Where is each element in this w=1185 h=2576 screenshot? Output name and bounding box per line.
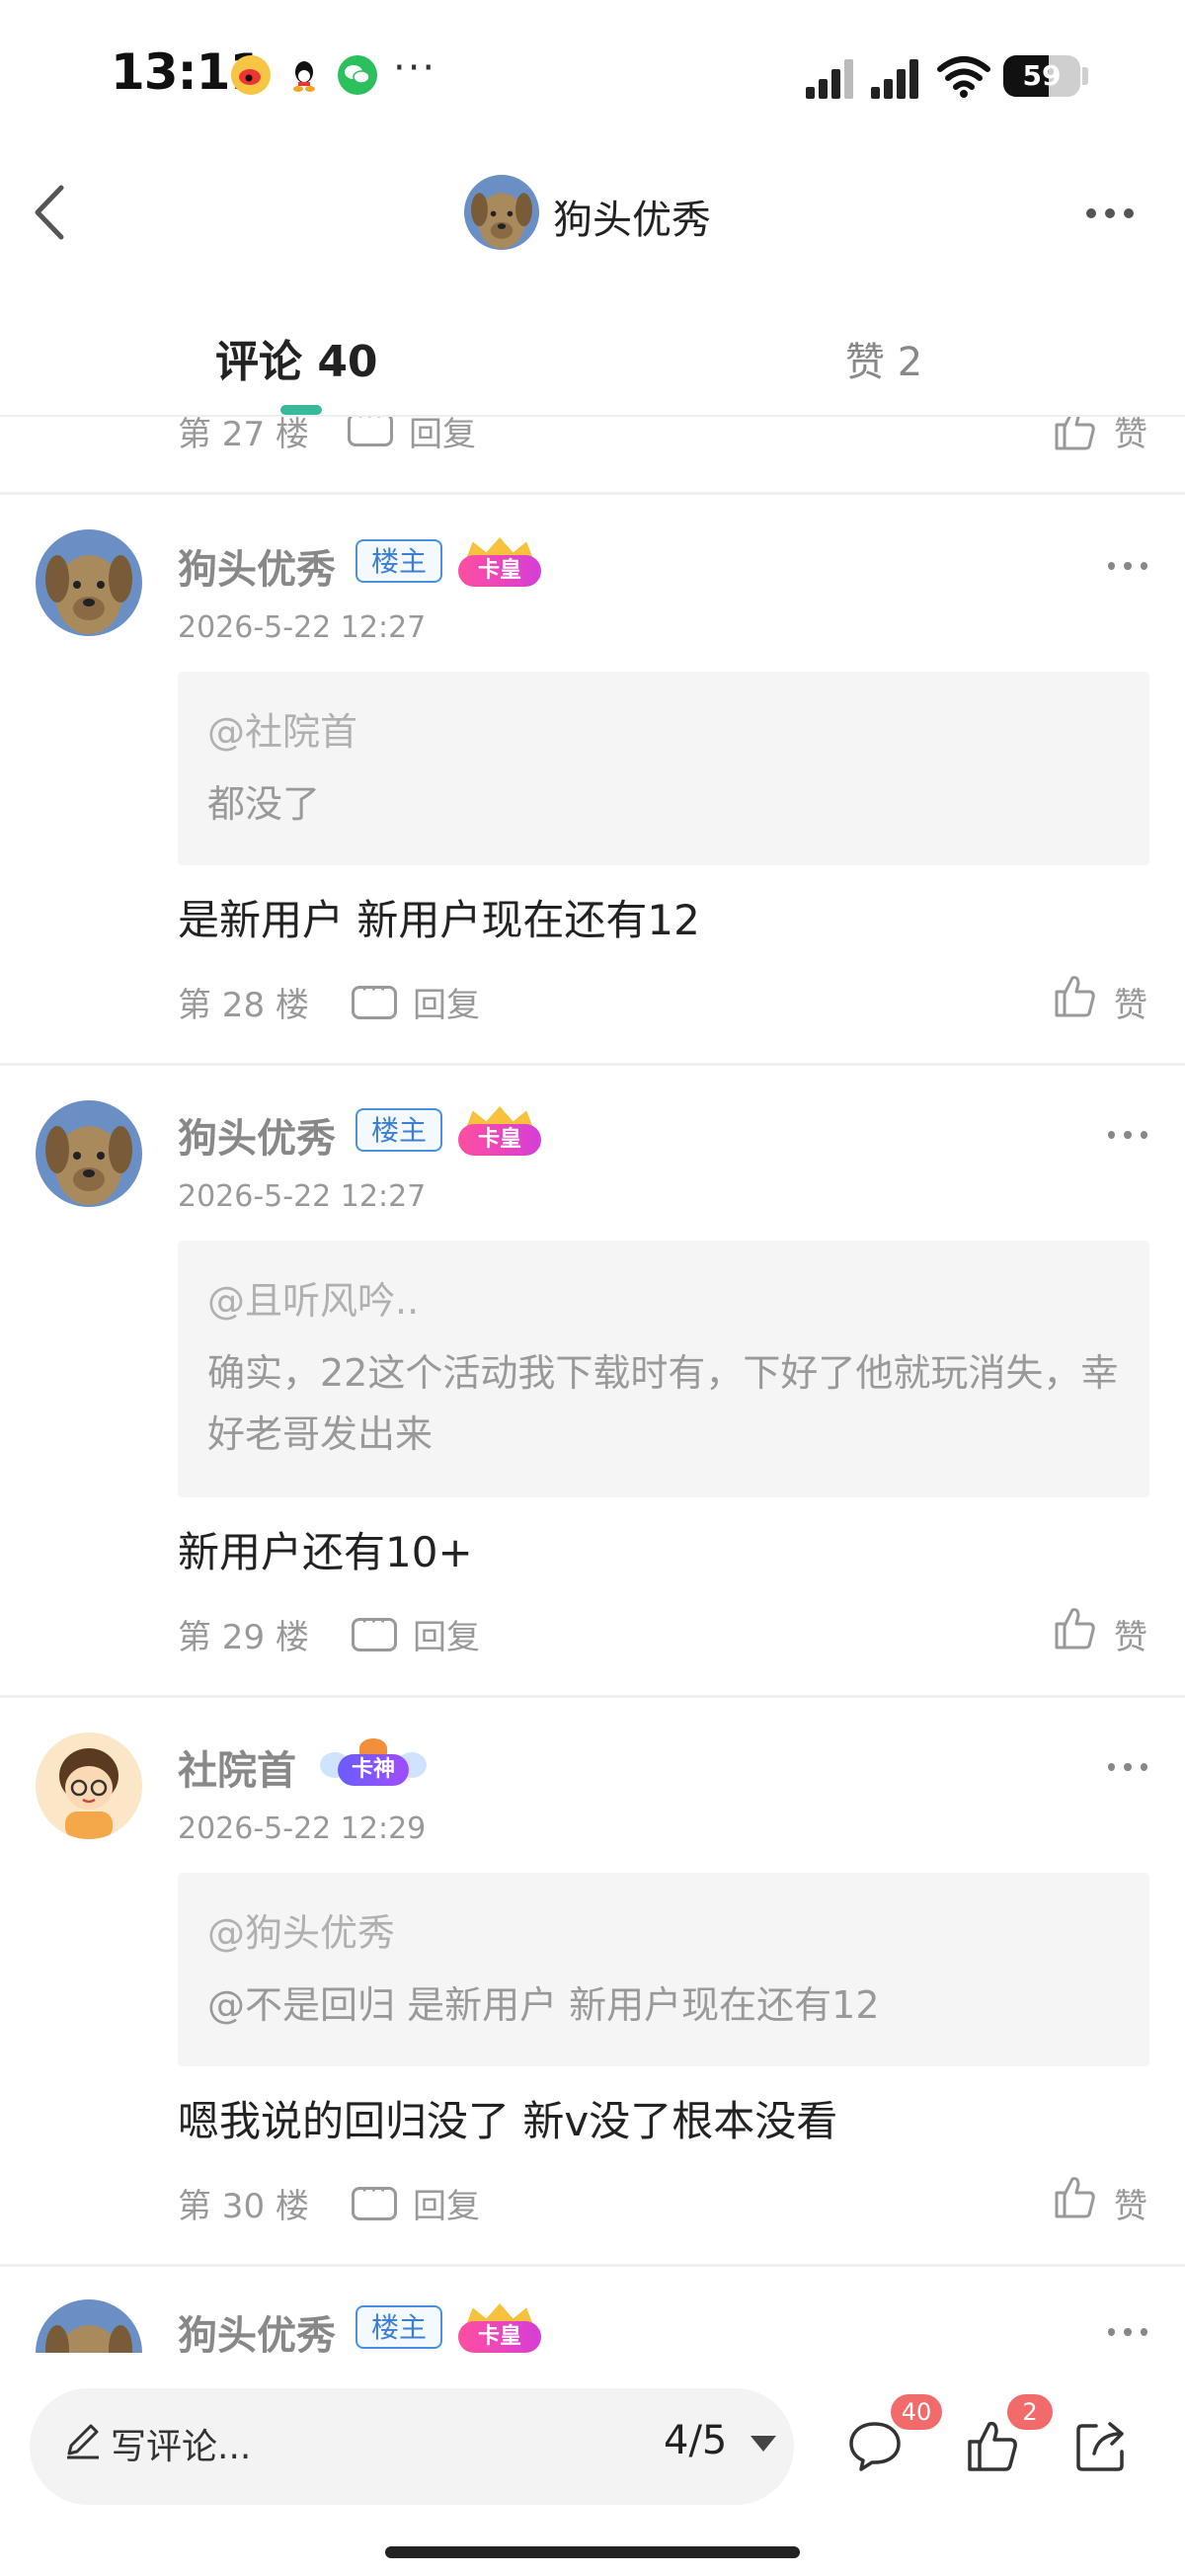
comment-more-button[interactable] <box>1108 2325 1147 2339</box>
quoted-user: @狗头优秀 <box>207 1911 396 1955</box>
quoted-text: @不是回归 是新用户 新用户现在还有12 <box>207 1983 880 2027</box>
battery-icon: 59 <box>1003 55 1080 97</box>
comment-more-button[interactable] <box>1108 1128 1147 1142</box>
home-indicator[interactable] <box>385 2546 800 2558</box>
like-button[interactable]: 赞 <box>1114 2179 1147 2227</box>
level-badge-label: 卡皇 <box>458 1124 541 1156</box>
comment-count-badge: 40 <box>891 2394 942 2430</box>
quoted-reply[interactable]: @且听风吟.. 确实，22这个活动我下载时有，下好了他就玩消失，幸好老哥发出来 <box>178 1241 1149 1497</box>
comment-divider <box>0 492 1185 495</box>
status-bar: 13:11 ··· 59 <box>0 0 1185 148</box>
crown-level-badge: 卡皇 <box>458 537 541 591</box>
thumb-up-icon[interactable] <box>1051 2173 1098 2220</box>
comment-divider <box>0 2264 1185 2267</box>
username[interactable]: 狗头优秀 <box>178 537 336 595</box>
comment-text: 新用户还有10+ <box>178 1528 473 1576</box>
reply-icon[interactable] <box>352 975 397 1019</box>
reply-icon[interactable] <box>352 2176 397 2220</box>
quoted-reply[interactable]: @狗头优秀 @不是回归 是新用户 新用户现在还有12 <box>178 1873 1149 2066</box>
like-button[interactable]: 赞 <box>1114 417 1147 455</box>
level-badge-label: 卡皇 <box>458 2321 541 2353</box>
back-button[interactable] <box>24 178 83 247</box>
comment-placeholder[interactable]: 写评论... <box>111 2418 251 2469</box>
comment-list[interactable]: 第 27 楼 回复 赞 狗头优秀 楼主 卡皇 2026-5-22 12:27 @… <box>0 417 1185 2353</box>
reply-button[interactable]: 回复 <box>413 1610 480 1658</box>
chevron-left-icon <box>35 185 64 240</box>
owner-badge: 楼主 <box>356 1108 443 1152</box>
quoted-user: @社院首 <box>207 710 358 754</box>
cellular-signal-icon <box>806 57 855 99</box>
level-badge-label: 卡神 <box>338 1754 409 1786</box>
more-options-button[interactable] <box>1086 196 1146 231</box>
tab-active-indicator <box>280 405 322 415</box>
share-icon[interactable] <box>1072 2416 1132 2475</box>
caret-down-icon[interactable] <box>750 2436 776 2452</box>
comment-text: 是新用户 新用户现在还有12 <box>178 896 700 944</box>
comment-more-button[interactable] <box>1108 559 1147 573</box>
page-selector[interactable]: 4/5 <box>664 2418 727 2463</box>
like-button[interactable]: 赞 <box>1114 1610 1147 1658</box>
quoted-text: 都没了 <box>207 782 321 826</box>
comment-more-button[interactable] <box>1108 1760 1147 1774</box>
username[interactable]: 狗头优秀 <box>178 2303 336 2353</box>
floor-number: 第 27 楼 <box>178 417 309 454</box>
comment-time: 2026-5-22 12:27 <box>178 1179 427 1214</box>
comment-time: 2026-5-22 12:27 <box>178 610 427 645</box>
battery-tip <box>1082 67 1088 85</box>
quoted-text: 确实，22这个活动我下载时有，下好了他就玩消失，幸好老哥发出来 <box>207 1351 1119 1456</box>
dot-icon <box>1124 208 1134 218</box>
comment-divider <box>0 1063 1185 1066</box>
thumb-up-icon[interactable] <box>1051 1604 1098 1651</box>
avatar[interactable] <box>36 1100 142 1207</box>
thumb-up-icon[interactable] <box>1051 972 1098 1019</box>
like-count-badge: 2 <box>1007 2394 1053 2430</box>
thumb-up-icon[interactable] <box>1051 417 1098 452</box>
like-button[interactable]: 赞 <box>1114 978 1147 1026</box>
level-badge-label: 卡皇 <box>458 555 541 587</box>
username[interactable]: 狗头优秀 <box>178 1106 336 1164</box>
reply-icon[interactable] <box>348 417 393 446</box>
tab-comments[interactable]: 评论 40 <box>215 326 378 389</box>
owner-badge: 楼主 <box>356 539 443 583</box>
username[interactable]: 社院首 <box>178 1738 296 1796</box>
owner-badge: 楼主 <box>356 2305 443 2349</box>
crown-level-badge: 卡皇 <box>458 2303 541 2353</box>
dot-icon <box>1086 208 1096 218</box>
avatar[interactable] <box>36 1732 142 1839</box>
tab-likes[interactable]: 赞 2 <box>845 330 922 387</box>
status-more-indicator: ··· <box>393 45 437 91</box>
reply-button[interactable]: 回复 <box>409 417 476 455</box>
author-avatar[interactable] <box>464 175 539 250</box>
avatar[interactable] <box>36 529 142 636</box>
page-title: 狗头优秀 <box>553 198 711 243</box>
floor-number: 第 29 楼 <box>178 1618 309 1657</box>
comment-divider <box>0 1695 1185 1698</box>
floor-number: 第 28 楼 <box>178 986 309 1025</box>
comment-time: 2026-5-22 12:29 <box>178 1811 427 1846</box>
reply-button[interactable]: 回复 <box>413 2179 480 2227</box>
comment-text: 嗯我说的回归没了 新v没了根本没看 <box>178 2097 838 2145</box>
god-level-badge: 卡神 <box>320 1738 427 1792</box>
quoted-reply[interactable]: @社院首 都没了 <box>178 672 1149 865</box>
wifi-icon <box>936 53 991 99</box>
cellular-signal-2-icon <box>871 57 920 99</box>
floor-number: 第 30 楼 <box>178 2187 309 2226</box>
dot-icon <box>1105 208 1115 218</box>
weibo-icon <box>231 55 271 95</box>
pencil-icon <box>67 2424 99 2459</box>
crown-level-badge: 卡皇 <box>458 1106 541 1160</box>
battery-level: 59 <box>1022 59 1062 92</box>
quoted-user: @且听风吟.. <box>207 1279 420 1323</box>
wechat-icon <box>338 55 377 95</box>
reply-button[interactable]: 回复 <box>413 978 480 1026</box>
avatar[interactable] <box>36 2299 142 2353</box>
qq-icon <box>284 55 324 95</box>
reply-icon[interactable] <box>352 1607 397 1651</box>
